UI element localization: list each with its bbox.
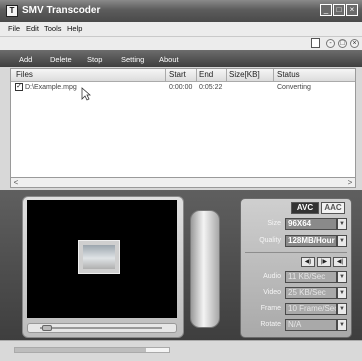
menu-help[interactable]: Help — [67, 24, 82, 33]
cell-end: 0:05:22 — [199, 84, 223, 91]
mdi-minimize-icon[interactable]: - — [326, 39, 335, 48]
cell-file: D:\Example.mpg — [25, 84, 77, 91]
about-button[interactable]: About — [159, 55, 179, 64]
stop-button[interactable]: Stop — [87, 55, 102, 64]
cell-start: 0:00:00 — [169, 84, 193, 91]
mdi-close-icon[interactable]: × — [350, 39, 359, 48]
rotate-select[interactable]: N/A — [285, 319, 337, 331]
video-codec-badge: AVC — [291, 202, 319, 214]
maximize-button[interactable]: □ — [333, 4, 345, 16]
column-end[interactable]: End — [199, 70, 213, 79]
settings-panel: AVC AAC Size 96X64 ▼ Quality 128MB/Hour … — [240, 198, 352, 338]
add-button[interactable]: Add — [19, 55, 32, 64]
video-thumbnail — [78, 240, 120, 274]
seek-handle[interactable] — [42, 325, 52, 331]
column-size[interactable]: Size[KB] — [229, 70, 260, 79]
volume-icon[interactable]: ◀) — [301, 257, 315, 267]
quality-select[interactable]: 128MB/Hour — [285, 235, 337, 247]
frame-label: Frame — [260, 305, 281, 312]
quality-dropdown-icon[interactable]: ▼ — [337, 235, 347, 247]
frame-dropdown-icon[interactable]: ▼ — [337, 303, 347, 315]
app-icon: T — [6, 5, 18, 17]
delete-button[interactable]: Delete — [50, 55, 72, 64]
toolbar: Add Delete Stop Setting About — [0, 50, 362, 67]
audio-label: Audio — [263, 273, 281, 280]
decorative-pillar — [190, 210, 220, 328]
menu-tools[interactable]: Tools — [44, 24, 62, 33]
mdi-bar — [0, 37, 362, 50]
menu-bar: File Edit Tools Help — [0, 22, 362, 37]
window-title: SMV Transcoder — [22, 5, 101, 16]
column-divider[interactable] — [196, 69, 197, 81]
video-select[interactable]: 25 KB/Sec — [285, 287, 337, 299]
video-dropdown-icon[interactable]: ▼ — [337, 287, 347, 299]
row-checkbox[interactable]: ✓ — [15, 83, 23, 91]
column-divider[interactable] — [165, 69, 166, 81]
minimize-button[interactable]: _ — [320, 4, 332, 16]
rotate-label: Rotate — [260, 321, 281, 328]
file-list[interactable]: Files Start End Size[KB] Status ✓ D:\Exa… — [10, 68, 356, 178]
size-dropdown-icon[interactable]: ▼ — [337, 218, 347, 230]
column-divider[interactable] — [273, 69, 274, 81]
column-divider[interactable] — [226, 69, 227, 81]
divider — [245, 252, 347, 253]
progress-bar — [14, 347, 170, 353]
cell-status: Converting — [277, 84, 311, 91]
previous-icon[interactable]: ◀| — [333, 257, 347, 267]
rotate-dropdown-icon[interactable]: ▼ — [337, 319, 347, 331]
size-label: Size — [267, 220, 281, 227]
mdi-restore-icon[interactable]: □ — [338, 39, 347, 48]
menu-edit[interactable]: Edit — [26, 24, 39, 33]
document-icon — [311, 38, 320, 48]
size-select[interactable]: 96X64 — [285, 218, 337, 230]
mouse-cursor-icon — [81, 87, 91, 101]
column-start[interactable]: Start — [169, 70, 186, 79]
audio-select[interactable]: 11 KB/Sec — [285, 271, 337, 283]
seek-bar[interactable] — [27, 323, 177, 333]
list-header: Files Start End Size[KB] Status — [11, 69, 355, 82]
column-status[interactable]: Status — [277, 70, 300, 79]
frame-select[interactable]: 10 Frame/Sec — [285, 303, 337, 315]
column-files[interactable]: Files — [16, 70, 33, 79]
progress-fill — [15, 348, 146, 352]
audio-dropdown-icon[interactable]: ▼ — [337, 271, 347, 283]
audio-codec-badge: AAC — [321, 202, 345, 214]
scroll-right-arrow-icon[interactable]: > — [345, 178, 355, 187]
horizontal-scrollbar[interactable]: < > — [10, 177, 356, 188]
video-label: Video — [263, 289, 281, 296]
setting-button[interactable]: Setting — [121, 55, 144, 64]
next-icon[interactable]: |▶ — [317, 257, 331, 267]
scroll-left-arrow-icon[interactable]: < — [11, 178, 21, 187]
quality-label: Quality — [259, 237, 281, 244]
close-button[interactable]: × — [346, 4, 358, 16]
menu-file[interactable]: File — [8, 24, 20, 33]
